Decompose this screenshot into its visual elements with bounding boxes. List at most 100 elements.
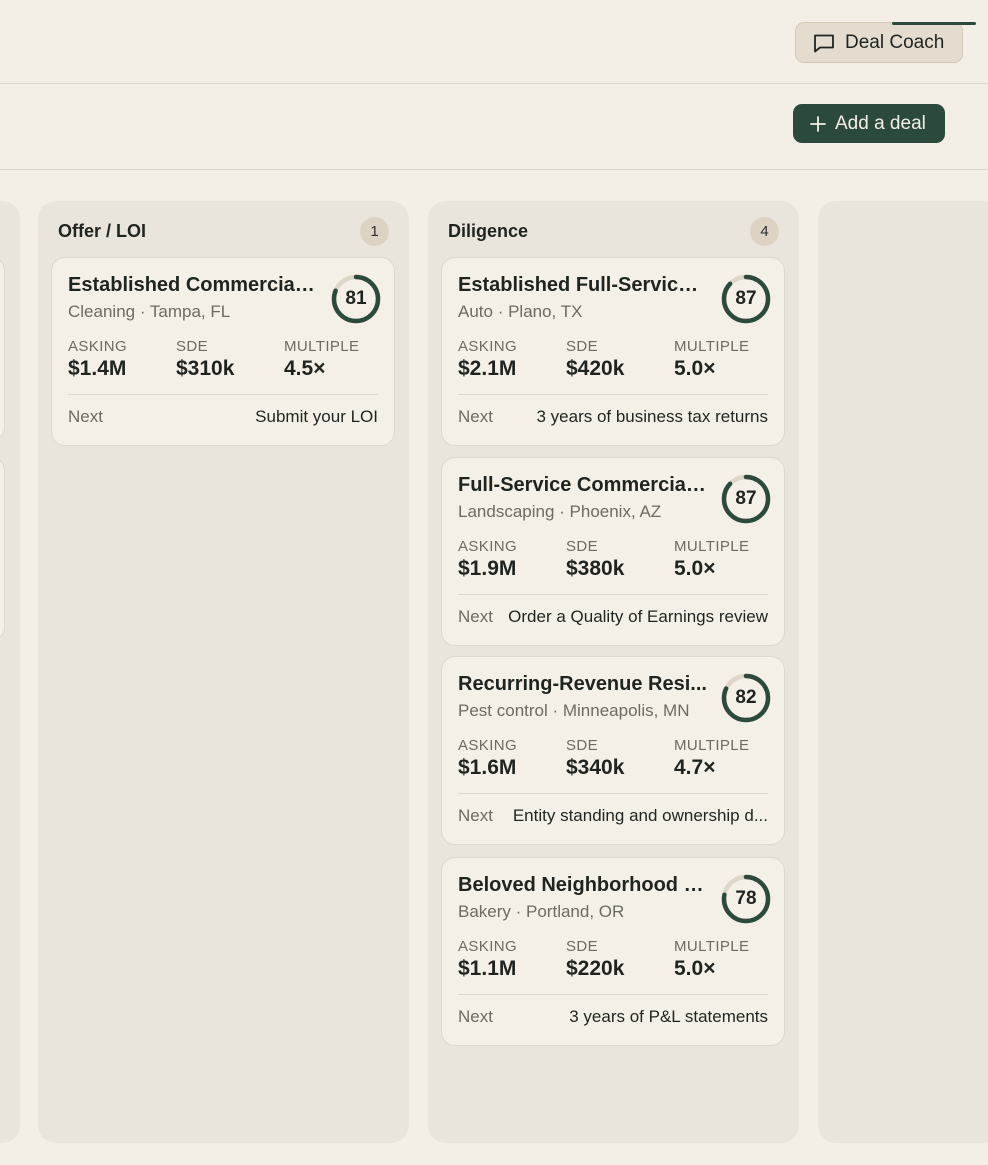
deal-card[interactable]: Beloved Neighborhood B... Bakery · Portl… — [441, 857, 785, 1046]
metric-label: MULTIPLE — [674, 938, 750, 955]
card-subtitle: Landscaping · Phoenix, AZ — [458, 502, 662, 521]
score-value: 82 — [735, 687, 757, 708]
metric-label: ASKING — [458, 538, 518, 555]
metric-label: MULTIPLE — [674, 737, 750, 754]
next-label: Next — [458, 407, 493, 426]
asking-value: $1.9M — [458, 557, 517, 580]
next-step-value: 3 years of business tax returns — [536, 407, 768, 426]
plus-icon — [810, 115, 826, 132]
next-step-value: Order a Quality of Earnings review — [508, 607, 768, 626]
metric-asking: ASKING $1.6M — [458, 737, 517, 780]
metric-sde: SDE $220k — [566, 938, 624, 981]
deal-card[interactable]: Established Commercial ... Cleaning · Ta… — [51, 257, 395, 446]
column-partial-right — [818, 201, 988, 1143]
next-label: Next — [458, 806, 493, 825]
score-ring: 87 — [721, 274, 771, 324]
card-title: Full-Service Commercial ... — [458, 474, 708, 496]
card-divider — [458, 994, 768, 995]
sde-value: $310k — [176, 357, 235, 380]
column-title: Offer / LOI — [58, 220, 147, 241]
card-divider — [68, 394, 378, 395]
metric-multiple: MULTIPLE 4.7× — [674, 737, 749, 780]
metric-label: MULTIPLE — [284, 338, 360, 355]
metric-label: ASKING — [458, 737, 518, 754]
metric-label: SDE — [176, 338, 209, 355]
card-divider — [458, 793, 768, 794]
deal-card[interactable]: Recurring-Revenue Resi... Pest control ·… — [441, 656, 785, 845]
metric-label: SDE — [566, 338, 599, 355]
metric-sde: SDE $420k — [566, 338, 624, 381]
asking-value: $2.1M — [458, 357, 517, 380]
multiple-value: 4.5× — [284, 357, 326, 380]
column-title: Diligence — [448, 220, 529, 241]
metric-label: MULTIPLE — [674, 538, 750, 555]
card-divider — [458, 594, 768, 595]
score-ring: 81 — [331, 274, 381, 324]
metric-sde: SDE $310k — [176, 338, 234, 381]
next-step-row: Next 3 years of business tax returns — [458, 407, 768, 427]
metric-label: SDE — [566, 538, 599, 555]
next-label: Next — [458, 607, 493, 626]
metric-multiple: MULTIPLE 4.5× — [284, 338, 359, 381]
metric-sde: SDE $340k — [566, 737, 624, 780]
next-step-row: Next Submit your LOI — [68, 407, 378, 427]
sde-value: $340k — [566, 756, 625, 779]
metric-asking: ASKING $1.1M — [458, 938, 517, 981]
multiple-value: 5.0× — [674, 557, 716, 580]
deal-coach-button[interactable]: Deal Coach — [795, 22, 976, 63]
card-partial[interactable] — [0, 457, 5, 641]
column-count-badge: 4 — [750, 216, 779, 246]
card-subtitle: Pest control · Minneapolis, MN — [458, 701, 690, 720]
chat-icon — [814, 34, 834, 52]
score-ring: 82 — [721, 673, 771, 723]
metric-multiple: MULTIPLE 5.0× — [674, 538, 749, 581]
next-step-value: Submit your LOI — [255, 407, 378, 426]
score-ring: 87 — [721, 474, 771, 524]
metric-asking: ASKING $1.4M — [68, 338, 127, 381]
multiple-value: 5.0× — [674, 357, 716, 380]
card-title: Beloved Neighborhood B... — [458, 874, 708, 896]
card-partial[interactable] — [0, 257, 5, 441]
add-deal-label: Add a deal — [835, 112, 926, 134]
metric-label: ASKING — [458, 338, 518, 355]
next-step-value: Entity standing and ownership d... — [512, 806, 768, 825]
deal-card[interactable]: Established Full-Service ... Auto · Plan… — [441, 257, 785, 446]
card-subtitle: Auto · Plano, TX — [458, 302, 583, 321]
next-step-row: Next Order a Quality of Earnings review — [458, 607, 768, 627]
multiple-value: 5.0× — [674, 957, 716, 980]
metric-label: ASKING — [68, 338, 128, 355]
top-bar: Deal Coach — [0, 0, 988, 84]
score-value: 78 — [735, 888, 757, 909]
card-subtitle: Cleaning · Tampa, FL — [68, 302, 231, 321]
metric-asking: ASKING $1.9M — [458, 538, 517, 581]
deal-coach-label: Deal Coach — [845, 31, 945, 53]
next-step-value: 3 years of P&L statements — [569, 1007, 768, 1026]
card-title: Established Full-Service ... — [458, 274, 708, 296]
add-deal-button[interactable]: Add a deal — [793, 104, 945, 143]
next-label: Next — [458, 1007, 493, 1026]
metric-label: MULTIPLE — [674, 338, 750, 355]
metric-label: ASKING — [458, 938, 518, 955]
card-title: Established Commercial ... — [68, 274, 318, 296]
asking-value: $1.4M — [68, 357, 127, 380]
metric-multiple: MULTIPLE 5.0× — [674, 938, 749, 981]
deal-card[interactable]: Full-Service Commercial ... Landscaping … — [441, 457, 785, 646]
next-step-row: Next 3 years of P&L statements — [458, 1007, 768, 1027]
asking-value: $1.6M — [458, 756, 517, 779]
next-step-row: Next Entity standing and ownership d... — [458, 806, 768, 826]
sde-value: $420k — [566, 357, 625, 380]
metric-sde: SDE $380k — [566, 538, 624, 581]
sde-value: $220k — [566, 957, 625, 980]
column-offer-loi: Offer / LOI 1 Established Commercial ...… — [38, 201, 409, 1143]
metric-multiple: MULTIPLE 5.0× — [674, 338, 749, 381]
score-ring: 78 — [721, 874, 771, 924]
sde-value: $380k — [566, 557, 625, 580]
card-subtitle: Bakery · Portland, OR — [458, 902, 625, 921]
asking-value: $1.1M — [458, 957, 517, 980]
column-diligence: Diligence 4 Established Full-Service ...… — [428, 201, 799, 1143]
next-label: Next — [68, 407, 103, 426]
card-title: Recurring-Revenue Resi... — [458, 673, 707, 695]
multiple-value: 4.7× — [674, 756, 716, 779]
card-divider — [458, 394, 768, 395]
metric-asking: ASKING $2.1M — [458, 338, 517, 381]
